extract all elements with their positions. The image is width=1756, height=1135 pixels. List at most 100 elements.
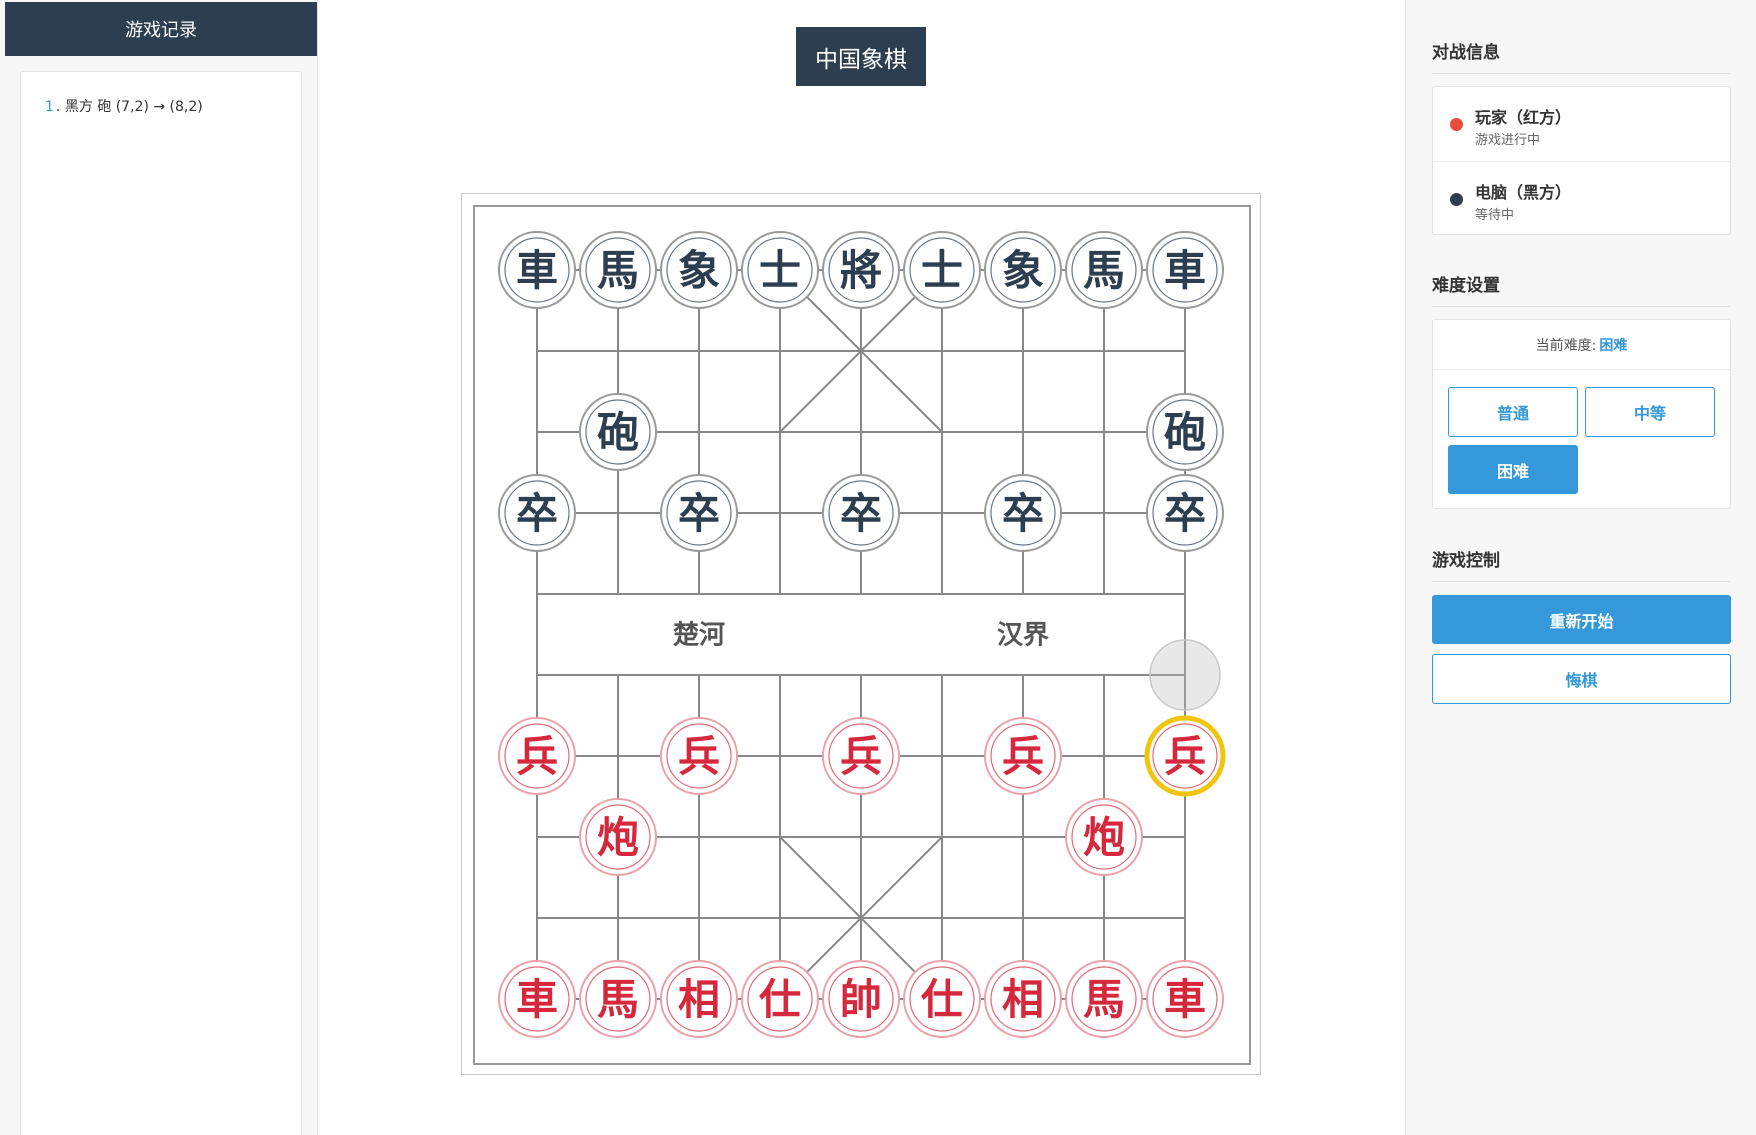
page-title-text: 中国象棋 xyxy=(815,46,907,73)
difficulty-hard-button[interactable]: 困难 xyxy=(1448,445,1578,494)
river-text-right: 汉界 xyxy=(997,621,1049,651)
svg-text:車: 車 xyxy=(1164,246,1206,295)
battle-info-title: 对战信息 xyxy=(1432,38,1730,74)
black-piece[interactable]: 馬 xyxy=(579,231,657,309)
black-status-dot xyxy=(1450,193,1463,206)
svg-text:馬: 馬 xyxy=(1083,975,1125,1024)
svg-text:將: 將 xyxy=(840,246,882,295)
last-move-marker xyxy=(1149,639,1221,711)
red-piece[interactable]: 馬 xyxy=(579,960,657,1038)
black-piece[interactable]: 車 xyxy=(498,231,576,309)
svg-text:象: 象 xyxy=(1002,246,1044,295)
game-log-list: 1. 黑方 砲 (7,2) → (8,2) xyxy=(20,71,302,1135)
svg-text:卒: 卒 xyxy=(516,489,558,538)
xiangqi-board[interactable]: 楚河 汉界車馬象士將士象馬車砲砲卒卒卒卒卒兵兵兵兵兵炮炮車馬相仕帥仕相馬車 xyxy=(461,193,1261,1075)
svg-text:卒: 卒 xyxy=(1164,489,1206,538)
red-piece[interactable]: 炮 xyxy=(1065,798,1143,876)
red-status-dot xyxy=(1450,118,1463,131)
svg-text:馬: 馬 xyxy=(597,975,639,1024)
red-piece[interactable]: 炮 xyxy=(579,798,657,876)
player-name-black: 电脑（黑方） xyxy=(1475,183,1572,202)
svg-text:炮: 炮 xyxy=(597,813,639,862)
svg-text:兵: 兵 xyxy=(840,732,882,781)
red-piece[interactable]: 仕 xyxy=(903,960,981,1038)
current-difficulty: 当前难度: 困难 xyxy=(1433,320,1730,370)
svg-text:兵: 兵 xyxy=(516,732,558,781)
restart-button[interactable]: 重新开始 xyxy=(1432,595,1731,644)
svg-text:帥: 帥 xyxy=(840,975,882,1024)
player-card: 玩家（红方） 游戏进行中 电脑（黑方） 等待中 xyxy=(1432,86,1731,235)
svg-text:兵: 兵 xyxy=(678,732,720,781)
red-piece[interactable]: 兵 xyxy=(660,717,738,795)
svg-text:砲: 砲 xyxy=(1164,408,1206,457)
black-piece[interactable]: 士 xyxy=(903,231,981,309)
svg-text:相: 相 xyxy=(1002,975,1044,1024)
svg-text:仕: 仕 xyxy=(759,975,801,1024)
black-piece[interactable]: 卒 xyxy=(498,474,576,552)
log-entry-number: 1 xyxy=(45,99,54,115)
svg-text:仕: 仕 xyxy=(921,975,963,1024)
player-row-black: 电脑（黑方） 等待中 xyxy=(1433,161,1730,234)
red-piece[interactable]: 相 xyxy=(660,960,738,1038)
svg-text:卒: 卒 xyxy=(678,489,720,538)
black-piece[interactable]: 車 xyxy=(1146,231,1224,309)
svg-text:卒: 卒 xyxy=(1002,489,1044,538)
svg-text:馬: 馬 xyxy=(597,246,639,295)
svg-text:士: 士 xyxy=(759,246,801,295)
svg-text:相: 相 xyxy=(678,975,720,1024)
red-piece[interactable]: 車 xyxy=(1146,960,1224,1038)
svg-text:象: 象 xyxy=(678,246,720,295)
difficulty-medium-button[interactable]: 中等 xyxy=(1585,387,1715,437)
board-canvas[interactable]: 楚河 汉界車馬象士將士象馬車砲 砲卒卒卒卒卒兵兵兵兵兵炮 炮車馬相仕帥仕相馬車 xyxy=(462,194,1262,1076)
game-control-title: 游戏控制 xyxy=(1432,546,1730,582)
svg-text:兵: 兵 xyxy=(1002,732,1044,781)
svg-text:車: 車 xyxy=(1164,975,1206,1024)
log-entry-text: . 黑方 砲 (7,2) → (8,2) xyxy=(55,99,203,115)
player-name-red: 玩家（红方） xyxy=(1475,108,1572,127)
game-log-title: 游戏记录 xyxy=(125,20,197,41)
red-piece[interactable]: 馬 xyxy=(1065,960,1143,1038)
black-piece[interactable]: 砲 xyxy=(1146,393,1224,471)
red-piece[interactable]: 帥 xyxy=(822,960,900,1038)
red-piece[interactable]: 相 xyxy=(984,960,1062,1038)
player-row-red: 玩家（红方） 游戏进行中 xyxy=(1433,87,1730,160)
black-piece[interactable]: 象 xyxy=(984,231,1062,309)
red-piece[interactable]: 兵 xyxy=(984,717,1062,795)
current-difficulty-label: 当前难度: xyxy=(1535,337,1597,354)
black-piece[interactable]: 將 xyxy=(822,231,900,309)
difficulty-title: 难度设置 xyxy=(1432,271,1730,307)
black-piece[interactable]: 卒 xyxy=(984,474,1062,552)
red-piece[interactable]: 兵 xyxy=(1144,715,1226,797)
player-status-red: 游戏进行中 xyxy=(1475,133,1541,148)
svg-text:車: 車 xyxy=(516,975,558,1024)
black-piece[interactable]: 卒 xyxy=(660,474,738,552)
difficulty-card: 当前难度: 困难 普通 中等 困难 xyxy=(1432,319,1731,509)
red-piece[interactable]: 仕 xyxy=(741,960,819,1038)
svg-text:士: 士 xyxy=(921,246,963,295)
difficulty-normal-button[interactable]: 普通 xyxy=(1448,387,1578,437)
undo-button[interactable]: 悔棋 xyxy=(1432,654,1731,704)
svg-text:砲: 砲 xyxy=(597,408,639,457)
black-piece[interactable]: 馬 xyxy=(1065,231,1143,309)
svg-text:炮: 炮 xyxy=(1083,813,1125,862)
page-title: 中国象棋 xyxy=(796,27,926,86)
log-entry: 1. 黑方 砲 (7,2) → (8,2) xyxy=(45,96,203,116)
river-text-left: 楚河 xyxy=(673,621,725,651)
red-piece[interactable]: 車 xyxy=(498,960,576,1038)
black-piece[interactable]: 士 xyxy=(741,231,819,309)
black-piece[interactable]: 卒 xyxy=(822,474,900,552)
current-difficulty-value: 困难 xyxy=(1599,337,1628,354)
black-piece[interactable]: 砲 xyxy=(579,393,657,471)
red-piece[interactable]: 兵 xyxy=(498,717,576,795)
black-piece[interactable]: 象 xyxy=(660,231,738,309)
game-log-panel: 游戏记录 1. 黑方 砲 (7,2) → (8,2) xyxy=(0,0,318,1135)
black-piece[interactable]: 卒 xyxy=(1146,474,1224,552)
red-piece[interactable]: 兵 xyxy=(822,717,900,795)
game-log-header: 游戏记录 xyxy=(5,2,317,56)
player-status-black: 等待中 xyxy=(1475,208,1515,223)
svg-text:卒: 卒 xyxy=(840,489,882,538)
svg-text:兵: 兵 xyxy=(1164,732,1206,781)
svg-text:車: 車 xyxy=(516,246,558,295)
info-panel: 对战信息 玩家（红方） 游戏进行中 电脑（黑方） 等待中 难度设置 当前难度: 困… xyxy=(1405,0,1756,1135)
svg-text:馬: 馬 xyxy=(1083,246,1125,295)
